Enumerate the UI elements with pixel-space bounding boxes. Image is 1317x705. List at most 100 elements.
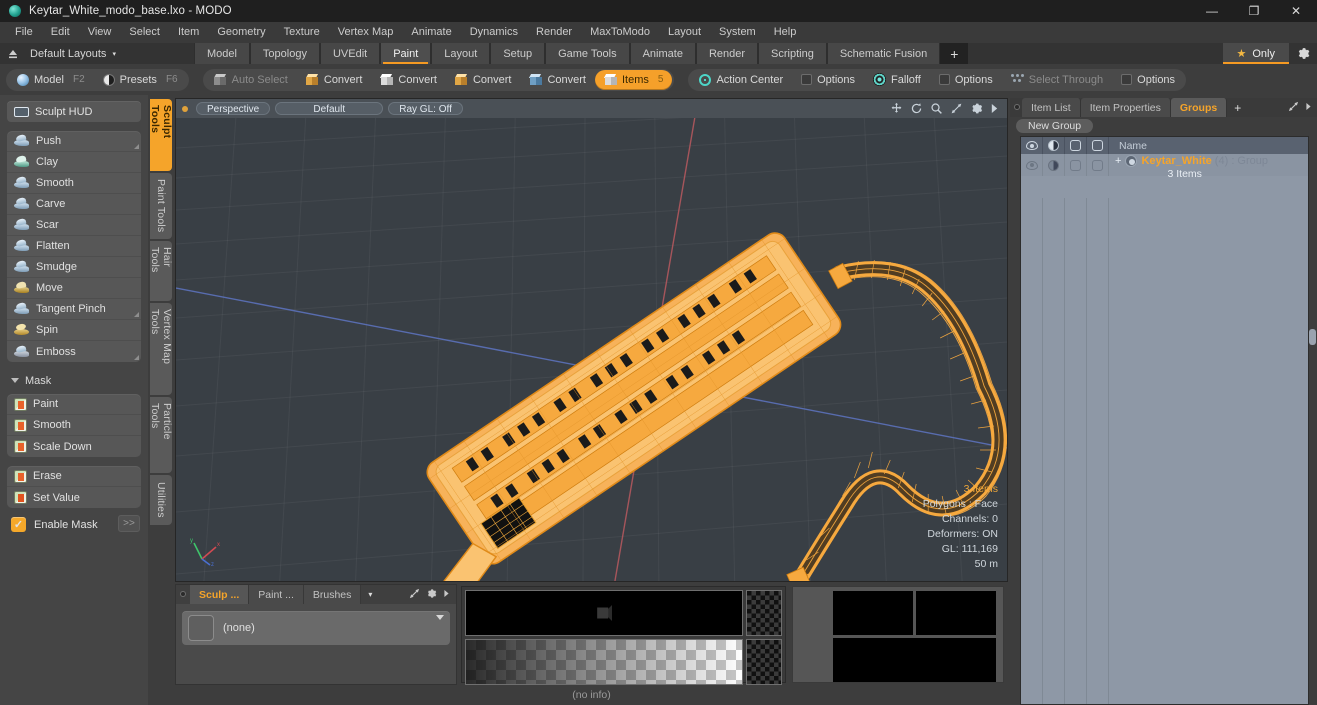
sculpt-hud-button[interactable]: Sculpt HUD <box>7 101 141 122</box>
close-button[interactable]: ✕ <box>1275 0 1317 22</box>
preset-swatch[interactable] <box>188 615 214 641</box>
tool-move[interactable]: Move <box>7 278 141 299</box>
vtab-particle-tools[interactable]: Particle Tools <box>149 397 173 473</box>
tab-render[interactable]: Render <box>695 43 759 64</box>
tab-topology[interactable]: Topology <box>249 43 320 64</box>
menu-item-system[interactable]: System <box>710 22 765 43</box>
tab-uvedit[interactable]: UVEdit <box>319 43 381 64</box>
viewport-canvas[interactable]: y x z 3 Items Polygons : Face Channels: … <box>176 118 1007 581</box>
menu-item-maxtomodo[interactable]: MaxToModo <box>581 22 659 43</box>
tab-setup[interactable]: Setup <box>490 43 546 64</box>
tool-options-corner-3[interactable] <box>134 355 139 360</box>
expand-icon[interactable] <box>409 588 420 602</box>
viewport-shading-selector[interactable]: Default <box>275 102 384 115</box>
tool-push[interactable]: Push <box>7 131 141 152</box>
gear-icon[interactable] <box>426 588 437 602</box>
right-panel-scrollbar[interactable] <box>1309 98 1316 705</box>
tab-scripting[interactable]: Scripting <box>758 43 827 64</box>
play-icon[interactable] <box>443 589 450 601</box>
brush-gradient-preview[interactable] <box>465 639 743 685</box>
minimize-button[interactable]: — <box>1191 0 1233 22</box>
btab-paint[interactable]: Paint ... <box>249 585 304 604</box>
mask-section-header[interactable]: Mask <box>7 371 141 390</box>
tool-carve[interactable]: Carve <box>7 194 141 215</box>
tool-smudge[interactable]: Smudge <box>7 257 141 278</box>
chevron-down-icon[interactable] <box>436 615 444 620</box>
tool-clay[interactable]: Clay <box>7 152 141 173</box>
btab-sculpt[interactable]: Sculp ... <box>190 585 250 604</box>
viewport-raygl-toggle[interactable]: Ray GL: Off <box>388 102 463 115</box>
falloff-button[interactable]: Falloff <box>864 70 930 90</box>
sculpt-preset-selector[interactable]: (none) <box>182 611 450 645</box>
row-shading-toggle[interactable] <box>1043 154 1065 176</box>
btab-brushes[interactable]: Brushes <box>303 585 362 604</box>
column-wireframe[interactable] <box>1065 137 1087 154</box>
panel-menu-dot-icon[interactable] <box>1014 104 1020 110</box>
menu-item-item[interactable]: Item <box>169 22 208 43</box>
menu-item-render[interactable]: Render <box>527 22 581 43</box>
tool-spin[interactable]: Spin <box>7 320 141 341</box>
brush-falloff-preview[interactable] <box>465 590 743 636</box>
row-visibility-toggle[interactable] <box>1021 154 1043 176</box>
tab-model[interactable]: Model <box>193 43 250 64</box>
vtab-vertex-map-tools[interactable]: Vertex Map Tools <box>149 303 173 395</box>
tool-smooth[interactable]: Smooth <box>7 173 141 194</box>
only-toggle[interactable]: ★ Only <box>1222 43 1289 64</box>
play-icon[interactable] <box>990 103 999 114</box>
menu-item-view[interactable]: View <box>79 22 121 43</box>
menu-item-dynamics[interactable]: Dynamics <box>461 22 527 43</box>
rtab-item-list[interactable]: Item List <box>1022 98 1081 117</box>
tab-paint[interactable]: Paint <box>380 43 432 64</box>
menu-item-help[interactable]: Help <box>765 22 806 43</box>
tab-layout[interactable]: Layout <box>431 43 491 64</box>
menu-item-edit[interactable]: Edit <box>42 22 79 43</box>
brush-gradient-thumb[interactable] <box>746 639 782 685</box>
vtab-paint-tools[interactable]: Paint Tools <box>150 173 172 239</box>
gear-icon[interactable] <box>970 102 983 115</box>
expand-panel-button[interactable]: >> <box>118 515 140 532</box>
tool-options-corner[interactable] <box>134 144 139 149</box>
vtab-sculpt-tools[interactable]: Sculpt Tools <box>149 99 173 171</box>
menu-item-animate[interactable]: Animate <box>402 22 460 43</box>
presets-button[interactable]: Presets F6 <box>94 70 187 90</box>
convert-polygon-button[interactable]: Convert <box>446 70 521 90</box>
row-render-toggle[interactable] <box>1087 154 1109 176</box>
items-mode-button[interactable]: Items 5 <box>595 69 673 90</box>
gear-icon[interactable] <box>1289 43 1317 64</box>
row-name-cell[interactable]: + Keytar_White (4) : Group 3 Items <box>1109 154 1308 180</box>
menu-item-layout[interactable]: Layout <box>659 22 710 43</box>
tool-flatten[interactable]: Flatten <box>7 236 141 257</box>
btab-more-chevron-icon[interactable]: ▾ <box>361 585 380 604</box>
vtab-hair-tools[interactable]: Hair Tools <box>149 241 173 301</box>
checkmark-icon[interactable]: ✓ <box>11 517 26 532</box>
column-visibility[interactable] <box>1021 137 1043 154</box>
add-tab-button[interactable]: + <box>940 43 969 64</box>
row-wireframe-toggle[interactable] <box>1065 154 1087 176</box>
brush-falloff-thumb[interactable] <box>746 590 782 636</box>
mask-tool-smooth[interactable]: Smooth <box>7 415 141 436</box>
viewport-view-selector[interactable]: Perspective <box>196 102 271 115</box>
groups-list-body[interactable] <box>1021 198 1308 704</box>
tool-options-corner-2[interactable] <box>134 312 139 317</box>
select-through-options-button[interactable]: Options <box>1112 70 1184 90</box>
action-center-options-button[interactable]: Options <box>792 70 864 90</box>
zoom-icon[interactable] <box>930 102 943 115</box>
rtab-groups[interactable]: Groups <box>1170 98 1228 117</box>
menu-item-geometry[interactable]: Geometry <box>208 22 274 43</box>
add-panel-tab-button[interactable]: + <box>1227 98 1249 117</box>
viewport-menu-dot-icon[interactable] <box>182 105 188 112</box>
default-layouts-dropdown[interactable]: Default Layouts ▾ <box>26 43 126 64</box>
model-mode-button[interactable]: Model F2 <box>8 70 94 90</box>
tab-game-tools[interactable]: Game Tools <box>545 43 630 64</box>
convert-material-button[interactable]: Convert <box>520 70 595 90</box>
mask-tool-paint[interactable]: Paint <box>7 394 141 415</box>
tab-schematic-fusion[interactable]: Schematic Fusion <box>826 43 941 64</box>
fit-icon[interactable] <box>950 102 963 115</box>
convert-vertex-button[interactable]: Convert <box>297 70 372 90</box>
expander-icon[interactable]: + <box>1115 155 1121 167</box>
falloff-options-button[interactable]: Options <box>930 70 1002 90</box>
table-row[interactable]: + Keytar_White (4) : Group 3 Items <box>1021 154 1308 180</box>
mask-tool-scale-down[interactable]: Scale Down <box>7 436 141 457</box>
new-group-button[interactable]: New Group <box>1016 119 1094 133</box>
mask-tool-erase[interactable]: Erase <box>7 466 141 487</box>
